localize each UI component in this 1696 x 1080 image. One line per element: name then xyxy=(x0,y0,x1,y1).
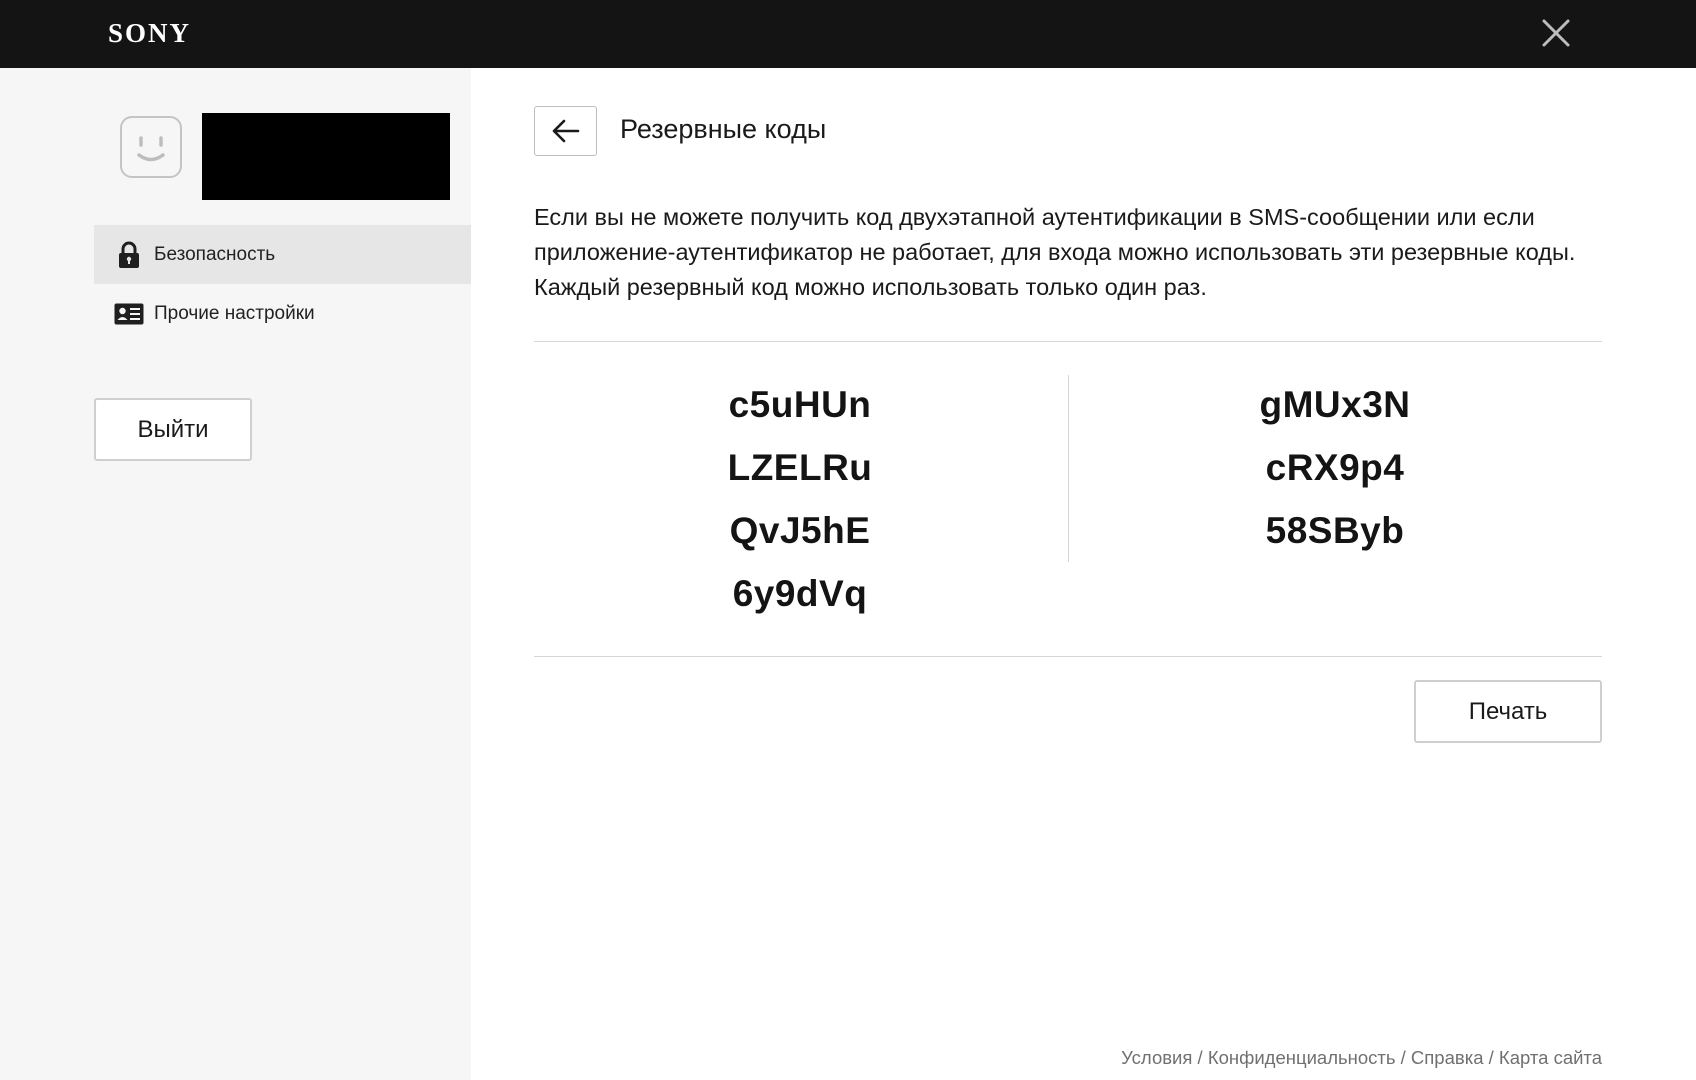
top-bar: SONY xyxy=(0,0,1696,68)
backup-code: c5uHUn xyxy=(728,384,872,425)
footer-separator: / xyxy=(1395,1047,1411,1068)
footer-link-terms[interactable]: Условия xyxy=(1121,1047,1192,1068)
arrow-left-icon xyxy=(552,119,579,143)
sidebar-item-label: Безопасность xyxy=(154,243,276,265)
avatar[interactable] xyxy=(120,116,182,178)
backup-code: LZELRu xyxy=(727,447,873,488)
close-button[interactable] xyxy=(1536,14,1576,54)
backup-code: gMUx3N xyxy=(1259,384,1411,425)
divider xyxy=(534,341,1602,342)
backup-code: cRX9p4 xyxy=(1265,447,1405,488)
divider xyxy=(534,656,1602,657)
id-card-icon xyxy=(114,299,144,329)
backup-code: 58SByb xyxy=(1265,510,1405,551)
footer-link-privacy[interactable]: Конфиденциальность xyxy=(1208,1047,1396,1068)
backup-code: 6y9dVq xyxy=(732,573,868,614)
page-title: Резервные коды xyxy=(620,114,827,144)
logout-button[interactable]: Выйти xyxy=(94,398,252,461)
print-button[interactable]: Печать xyxy=(1414,680,1602,743)
footer-link-sitemap[interactable]: Карта сайта xyxy=(1499,1047,1602,1068)
sidebar-item-other-settings[interactable]: Прочие настройки xyxy=(94,284,471,343)
footer-separator: / xyxy=(1192,1047,1208,1068)
footer-link-help[interactable]: Справка xyxy=(1411,1047,1484,1068)
sidebar-item-security[interactable]: Безопасность xyxy=(94,225,471,284)
footer-links: Условия / Конфиденциальность / Справка /… xyxy=(1121,1047,1602,1069)
back-button[interactable] xyxy=(534,106,597,156)
sidebar-item-label: Прочие настройки xyxy=(154,302,315,324)
close-icon xyxy=(1542,19,1570,47)
smiley-face-icon xyxy=(137,136,165,162)
user-name-redacted xyxy=(202,113,450,200)
backup-codes-left-column: c5uHUn LZELRu QvJ5hE 6y9dVq xyxy=(600,378,1000,630)
backup-code: QvJ5hE xyxy=(729,510,871,551)
footer-separator: / xyxy=(1483,1047,1499,1068)
sony-logo: SONY xyxy=(108,18,192,48)
sidebar: Безопасность Прочие настройки Выйти xyxy=(0,68,471,1080)
codes-column-separator xyxy=(1068,375,1069,562)
description-text: Если вы не можете получить код двухэтапн… xyxy=(534,204,1576,300)
backup-codes-right-column: gMUx3N cRX9p4 58SByb xyxy=(1135,378,1535,567)
lock-icon xyxy=(114,240,144,270)
